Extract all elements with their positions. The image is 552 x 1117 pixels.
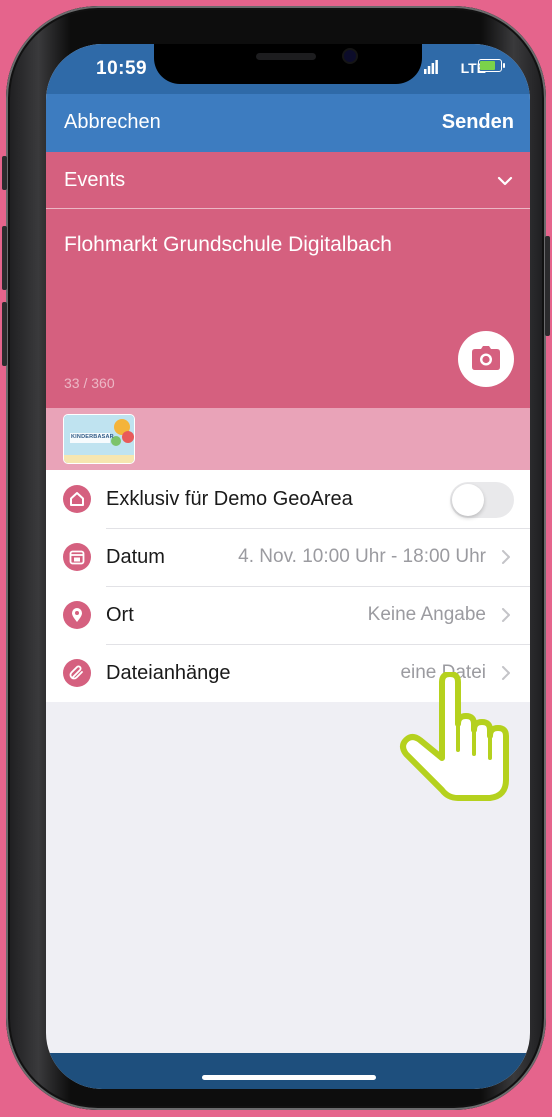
- paperclip-icon: [63, 659, 91, 687]
- front-camera: [344, 50, 356, 62]
- speaker: [256, 53, 316, 60]
- volume-down-button: [2, 302, 7, 366]
- home-icon: [63, 485, 91, 513]
- location-row[interactable]: Ort Keine Angabe: [46, 586, 530, 644]
- toggle-knob: [452, 484, 484, 516]
- chevron-right-icon: [502, 550, 510, 564]
- camera-button[interactable]: [458, 331, 514, 387]
- location-value: Keine Angabe: [367, 604, 486, 625]
- chevron-right-icon: [502, 608, 510, 622]
- date-row[interactable]: Datum 4. Nov. 10:00 Uhr - 18:00 Uhr: [46, 528, 530, 586]
- home-indicator[interactable]: [202, 1075, 376, 1080]
- navigation-bar: Abbrechen Senden: [46, 94, 530, 152]
- post-composer: Events Flohmarkt Grundschule Digitalbach…: [46, 152, 530, 408]
- pointing-hand-icon: [400, 672, 509, 801]
- phone-frame: 10:59 LTE Abbrechen Senden Events Flohma…: [2, 6, 550, 1110]
- volume-up-button: [2, 226, 7, 290]
- character-counter: 33 / 360: [64, 375, 115, 391]
- camera-icon: [472, 346, 500, 370]
- exclusive-label: Exklusiv für Demo GeoArea: [106, 488, 353, 510]
- bottom-bar: [46, 1053, 530, 1089]
- status-time: 10:59: [96, 58, 148, 79]
- battery-icon: [478, 59, 505, 72]
- exclusive-row[interactable]: Exklusiv für Demo GeoArea: [46, 470, 530, 528]
- screen: 10:59 LTE Abbrechen Senden Events Flohma…: [46, 44, 530, 1089]
- cancel-button[interactable]: Abbrechen: [64, 111, 161, 134]
- power-button: [545, 236, 550, 336]
- date-value: 4. Nov. 10:00 Uhr - 18:00 Uhr: [238, 546, 486, 567]
- location-pin-icon: [63, 601, 91, 629]
- exclusive-toggle[interactable]: [450, 482, 514, 518]
- category-selector[interactable]: Events: [46, 152, 530, 209]
- mute-switch: [2, 156, 7, 190]
- category-label: Events: [64, 169, 126, 191]
- notch: [154, 44, 422, 84]
- date-label: Datum: [106, 546, 165, 568]
- send-button[interactable]: Senden: [442, 111, 514, 134]
- chevron-down-icon: [497, 176, 513, 186]
- calendar-icon: [63, 543, 91, 571]
- settings-list: Exklusiv für Demo GeoArea Datum 4. Nov. …: [46, 470, 530, 702]
- location-label: Ort: [106, 604, 134, 626]
- attachments-label: Dateianhänge: [106, 662, 231, 684]
- signal-icon: [424, 60, 438, 74]
- attachment-thumbnail[interactable]: KINDERBASAR: [63, 414, 135, 464]
- post-text-input[interactable]: Flohmarkt Grundschule Digitalbach: [64, 233, 392, 257]
- attachment-strip: KINDERBASAR: [46, 408, 530, 470]
- thumbnail-caption: KINDERBASAR: [71, 434, 114, 440]
